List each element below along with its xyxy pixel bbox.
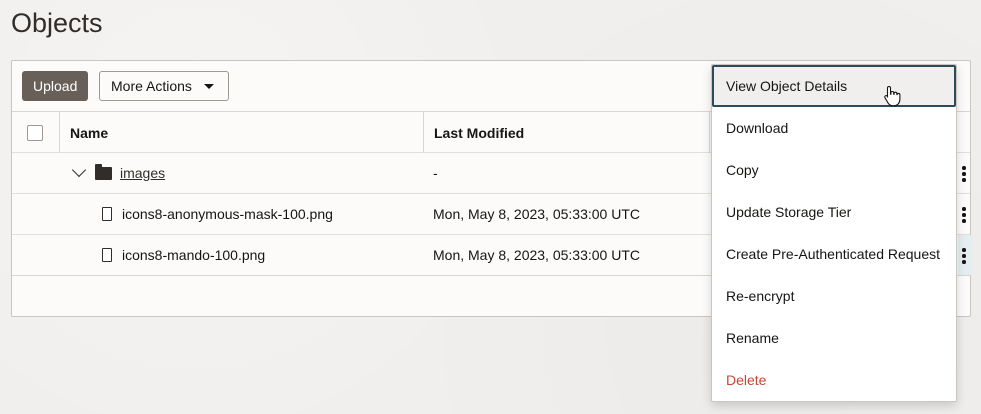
file-icon — [102, 207, 112, 221]
last-modified-cell: Mon, May 8, 2023, 05:33:00 UTC — [433, 206, 640, 222]
menu-item-copy[interactable]: Copy — [712, 149, 956, 191]
column-header-name[interactable]: Name — [70, 125, 108, 141]
upload-button[interactable]: Upload — [22, 71, 89, 101]
caret-down-icon — [204, 84, 214, 89]
column-header-last-modified[interactable]: Last Modified — [434, 125, 524, 141]
kebab-menu-icon[interactable] — [962, 166, 966, 182]
column-divider — [59, 112, 60, 153]
page-title: Objects — [11, 8, 103, 38]
folder-icon — [95, 164, 112, 180]
file-icon — [102, 248, 112, 262]
menu-item-download[interactable]: Download — [712, 107, 956, 149]
column-divider — [423, 112, 424, 153]
hand-pointer-cursor-icon — [884, 85, 901, 107]
kebab-menu-icon[interactable] — [962, 207, 966, 223]
folder-name-link[interactable]: images — [120, 165, 165, 181]
menu-item-view-object-details[interactable]: View Object Details — [712, 65, 956, 107]
file-name[interactable]: icons8-anonymous-mask-100.png — [122, 206, 333, 222]
select-all-checkbox[interactable] — [27, 125, 43, 141]
kebab-menu-icon[interactable] — [962, 248, 966, 264]
file-name[interactable]: icons8-mando-100.png — [122, 247, 265, 263]
menu-item-update-storage-tier[interactable]: Update Storage Tier — [712, 191, 956, 233]
menu-item-re-encrypt[interactable]: Re-encrypt — [712, 275, 956, 317]
column-divider — [709, 112, 710, 153]
more-actions-label: More Actions — [111, 78, 192, 94]
menu-item-create-par[interactable]: Create Pre-Authenticated Request — [712, 233, 956, 275]
last-modified-cell: Mon, May 8, 2023, 05:33:00 UTC — [433, 247, 640, 263]
menu-item-delete[interactable]: Delete — [712, 359, 956, 401]
row-actions-menu: View Object Details Download Copy Update… — [711, 64, 957, 402]
more-actions-button[interactable]: More Actions — [99, 71, 229, 101]
menu-item-rename[interactable]: Rename — [712, 317, 956, 359]
chevron-down-icon[interactable] — [71, 162, 87, 178]
last-modified-cell: - — [433, 165, 438, 181]
